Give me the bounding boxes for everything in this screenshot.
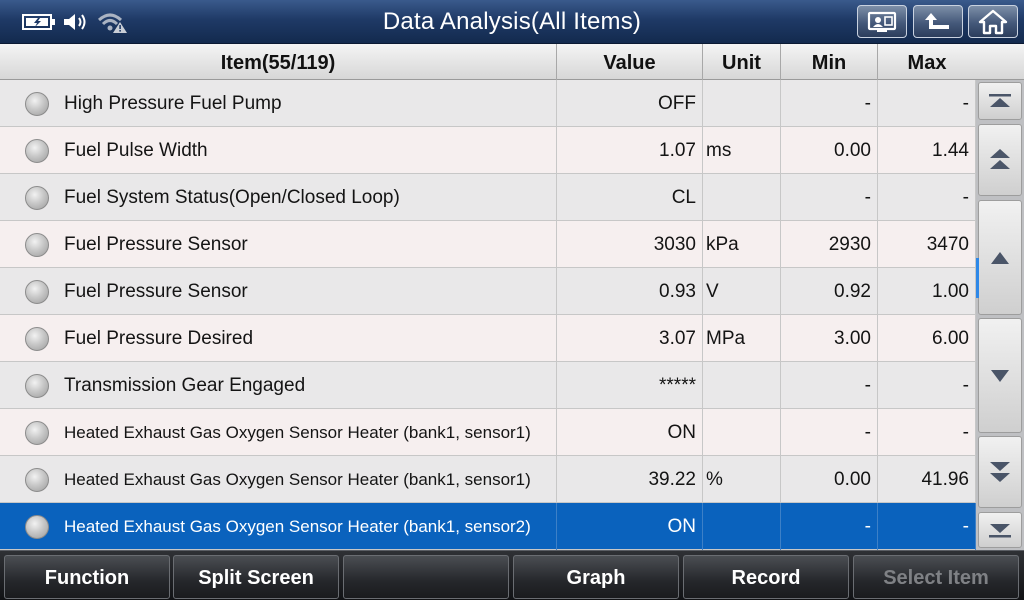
item-max: - <box>878 409 976 456</box>
line-up-icon <box>991 251 1009 264</box>
graph-button[interactable]: Graph <box>513 555 679 599</box>
item-value: ON <box>557 503 703 550</box>
scroll-to-bottom-icon <box>989 524 1011 538</box>
table-row[interactable]: Heated Exhaust Gas Oxygen Sensor Heater … <box>0 409 976 456</box>
split-screen-button[interactable]: Split Screen <box>173 555 339 599</box>
table-row[interactable]: Fuel Pressure Sensor 0.93 V 0.92 1.00 <box>0 268 976 315</box>
item-max: 3470 <box>878 221 976 268</box>
item-name: Transmission Gear Engaged <box>0 362 557 409</box>
table-row[interactable]: Fuel System Status(Open/Closed Loop) CL … <box>0 174 976 221</box>
line-up-button[interactable] <box>978 200 1022 315</box>
table-row[interactable]: Fuel Pressure Sensor 3030 kPa 2930 3470 <box>0 221 976 268</box>
item-unit: % <box>703 456 781 503</box>
item-max: 1.44 <box>878 127 976 174</box>
table-row[interactable]: Transmission Gear Engaged ***** - - <box>0 362 976 409</box>
table-header: Item(55/119) Value Unit Min Max <box>0 44 1024 80</box>
item-value: ON <box>557 409 703 456</box>
column-header-max[interactable]: Max <box>878 44 976 80</box>
item-min: - <box>781 80 878 127</box>
item-min: 2930 <box>781 221 878 268</box>
item-value: 1.07 <box>557 127 703 174</box>
record-button[interactable]: Record <box>683 555 849 599</box>
function-button[interactable]: Function <box>4 555 170 599</box>
item-unit <box>703 174 781 221</box>
home-icon <box>978 9 1008 34</box>
page-up-button[interactable] <box>978 124 1022 196</box>
item-max: - <box>878 503 976 550</box>
item-unit: V <box>703 268 781 315</box>
item-unit: MPa <box>703 315 781 362</box>
print-screen-icon <box>867 11 897 32</box>
item-max: - <box>878 80 976 127</box>
item-unit <box>703 503 781 550</box>
item-min: 0.00 <box>781 127 878 174</box>
print-screen-button[interactable] <box>857 5 907 38</box>
table-row[interactable]: Heated Exhaust Gas Oxygen Sensor Heater … <box>0 456 976 503</box>
item-value: CL <box>557 174 703 221</box>
column-header-item[interactable]: Item(55/119) <box>0 44 557 80</box>
item-name: High Pressure Fuel Pump <box>0 80 557 127</box>
item-min: 3.00 <box>781 315 878 362</box>
data-table: High Pressure Fuel Pump OFF - - Fuel Pul… <box>0 80 976 550</box>
item-name: Fuel Pressure Sensor <box>0 268 557 315</box>
table-row[interactable]: High Pressure Fuel Pump OFF - - <box>0 80 976 127</box>
select-item-button[interactable]: Select Item <box>853 555 1019 599</box>
item-name: Heated Exhaust Gas Oxygen Sensor Heater … <box>0 503 557 550</box>
item-unit: kPa <box>703 221 781 268</box>
column-header-value[interactable]: Value <box>557 44 703 80</box>
item-unit <box>703 362 781 409</box>
title-bar: Data Analysis(All Items) <box>0 0 1024 44</box>
item-min: 0.92 <box>781 268 878 315</box>
table-row[interactable]: Fuel Pulse Width 1.07 ms 0.00 1.44 <box>0 127 976 174</box>
page-down-icon <box>990 462 1010 482</box>
scroll-controls <box>976 80 1024 550</box>
item-value: 3.07 <box>557 315 703 362</box>
line-down-icon <box>991 369 1009 382</box>
column-header-min[interactable]: Min <box>781 44 878 80</box>
item-max: - <box>878 174 976 221</box>
scroll-to-top-button[interactable] <box>978 82 1022 120</box>
bottom-toolbar: Function Split Screen Graph Record Selec… <box>0 550 1024 600</box>
home-button[interactable] <box>968 5 1018 38</box>
item-max: 41.96 <box>878 456 976 503</box>
table-row-selected[interactable]: Heated Exhaust Gas Oxygen Sensor Heater … <box>0 503 976 550</box>
item-min: - <box>781 362 878 409</box>
item-name: Heated Exhaust Gas Oxygen Sensor Heater … <box>0 409 557 456</box>
item-unit: ms <box>703 127 781 174</box>
item-min: - <box>781 174 878 221</box>
item-max: - <box>878 362 976 409</box>
back-arrow-icon <box>925 12 949 29</box>
scroll-to-top-icon <box>989 94 1011 107</box>
item-value: OFF <box>557 80 703 127</box>
line-down-button[interactable] <box>978 318 1022 433</box>
item-name: Fuel Pressure Sensor <box>0 221 557 268</box>
back-button[interactable] <box>913 5 963 38</box>
item-name: Fuel System Status(Open/Closed Loop) <box>0 174 557 221</box>
item-name: Fuel Pulse Width <box>0 127 557 174</box>
column-header-unit[interactable]: Unit <box>703 44 781 80</box>
page-up-icon <box>990 149 1010 169</box>
scroll-position-indicator[interactable] <box>976 258 979 298</box>
item-min: - <box>781 503 878 550</box>
item-name: Fuel Pressure Desired <box>0 315 557 362</box>
empty-button[interactable] <box>343 555 509 599</box>
item-min: 0.00 <box>781 456 878 503</box>
item-max: 6.00 <box>878 315 976 362</box>
item-name: Heated Exhaust Gas Oxygen Sensor Heater … <box>0 456 557 503</box>
item-min: - <box>781 409 878 456</box>
page-down-button[interactable] <box>978 436 1022 508</box>
table-row[interactable]: Fuel Pressure Desired 3.07 MPa 3.00 6.00 <box>0 315 976 362</box>
item-max: 1.00 <box>878 268 976 315</box>
item-value: 0.93 <box>557 268 703 315</box>
item-unit <box>703 409 781 456</box>
scroll-to-bottom-button[interactable] <box>978 512 1022 548</box>
item-value: ***** <box>557 362 703 409</box>
item-value: 39.22 <box>557 456 703 503</box>
item-unit <box>703 80 781 127</box>
item-value: 3030 <box>557 221 703 268</box>
